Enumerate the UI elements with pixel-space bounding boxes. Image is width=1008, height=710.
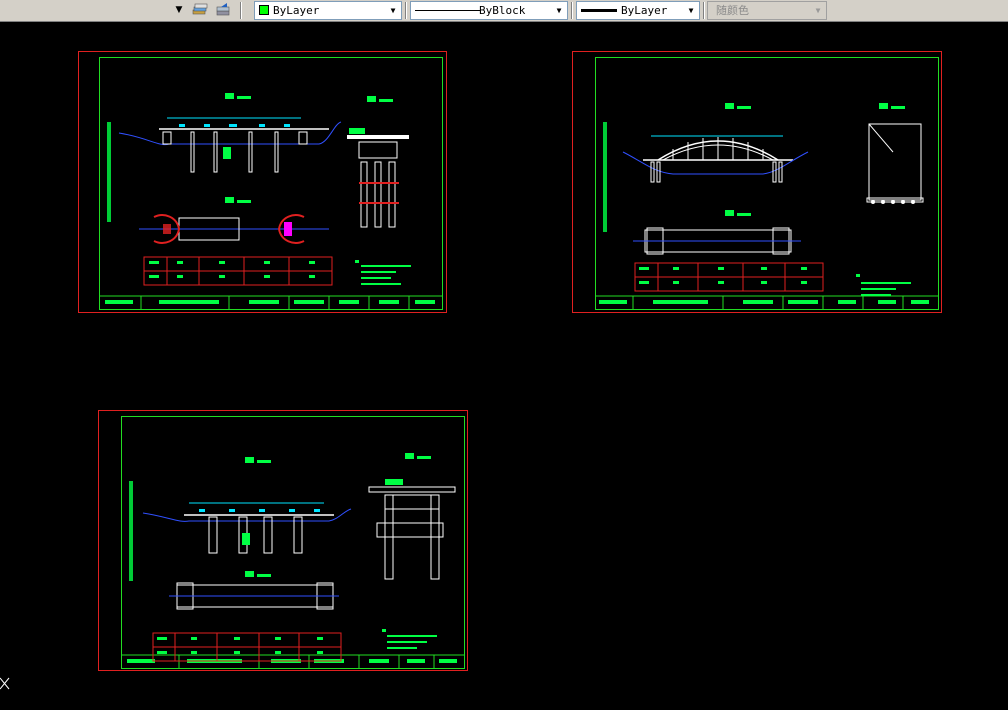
- toolbar-separator: [240, 2, 242, 19]
- drawing-content: [121, 453, 465, 669]
- arch-bridge-layout-sheet-2[interactable]: [572, 51, 942, 313]
- color-swatch: [259, 5, 269, 15]
- layer-dropdown-arrow[interactable]: ▼: [172, 1, 186, 20]
- drawing-content: [595, 103, 939, 310]
- color-control-dropdown[interactable]: ByLayer ▼: [254, 1, 402, 20]
- drawing-content: [99, 93, 443, 310]
- chevron-down-icon[interactable]: ▼: [685, 2, 697, 19]
- color-control-value: ByLayer: [273, 4, 320, 17]
- plotstyle-control-dropdown: 随颜色 ▼: [707, 1, 827, 20]
- layer-states-icon[interactable]: [190, 1, 210, 20]
- linetype-preview: [415, 10, 481, 11]
- plotstyle-control-value: 随颜色: [716, 4, 749, 17]
- chevron-down-icon[interactable]: ▼: [387, 2, 399, 19]
- toolbar-separator: [703, 2, 705, 19]
- properties-toolbar: ▼ ByLayer ▼ ByBlock ▼ ByLayer ▼ 随颜色 ▼: [0, 0, 1008, 22]
- chevron-down-icon[interactable]: ▼: [553, 2, 565, 19]
- lineweight-control-value: ByLayer: [621, 4, 668, 17]
- model-space-canvas[interactable]: [0, 22, 1008, 710]
- bridge-general-layout-sheet-1[interactable]: [78, 51, 447, 313]
- toolbar-separator: [571, 2, 573, 19]
- layer-previous-icon[interactable]: [213, 1, 233, 20]
- chevron-down-icon: ▼: [815, 6, 821, 15]
- linetype-control-value: ByBlock: [479, 4, 526, 17]
- lineweight-preview: [581, 9, 617, 12]
- lineweight-control-dropdown[interactable]: ByLayer ▼: [576, 1, 700, 20]
- linetype-control-dropdown[interactable]: ByBlock ▼: [410, 1, 568, 20]
- bridge-general-layout-sheet-3[interactable]: [98, 410, 468, 671]
- ucs-icon: [0, 676, 14, 694]
- toolbar-separator: [405, 2, 407, 19]
